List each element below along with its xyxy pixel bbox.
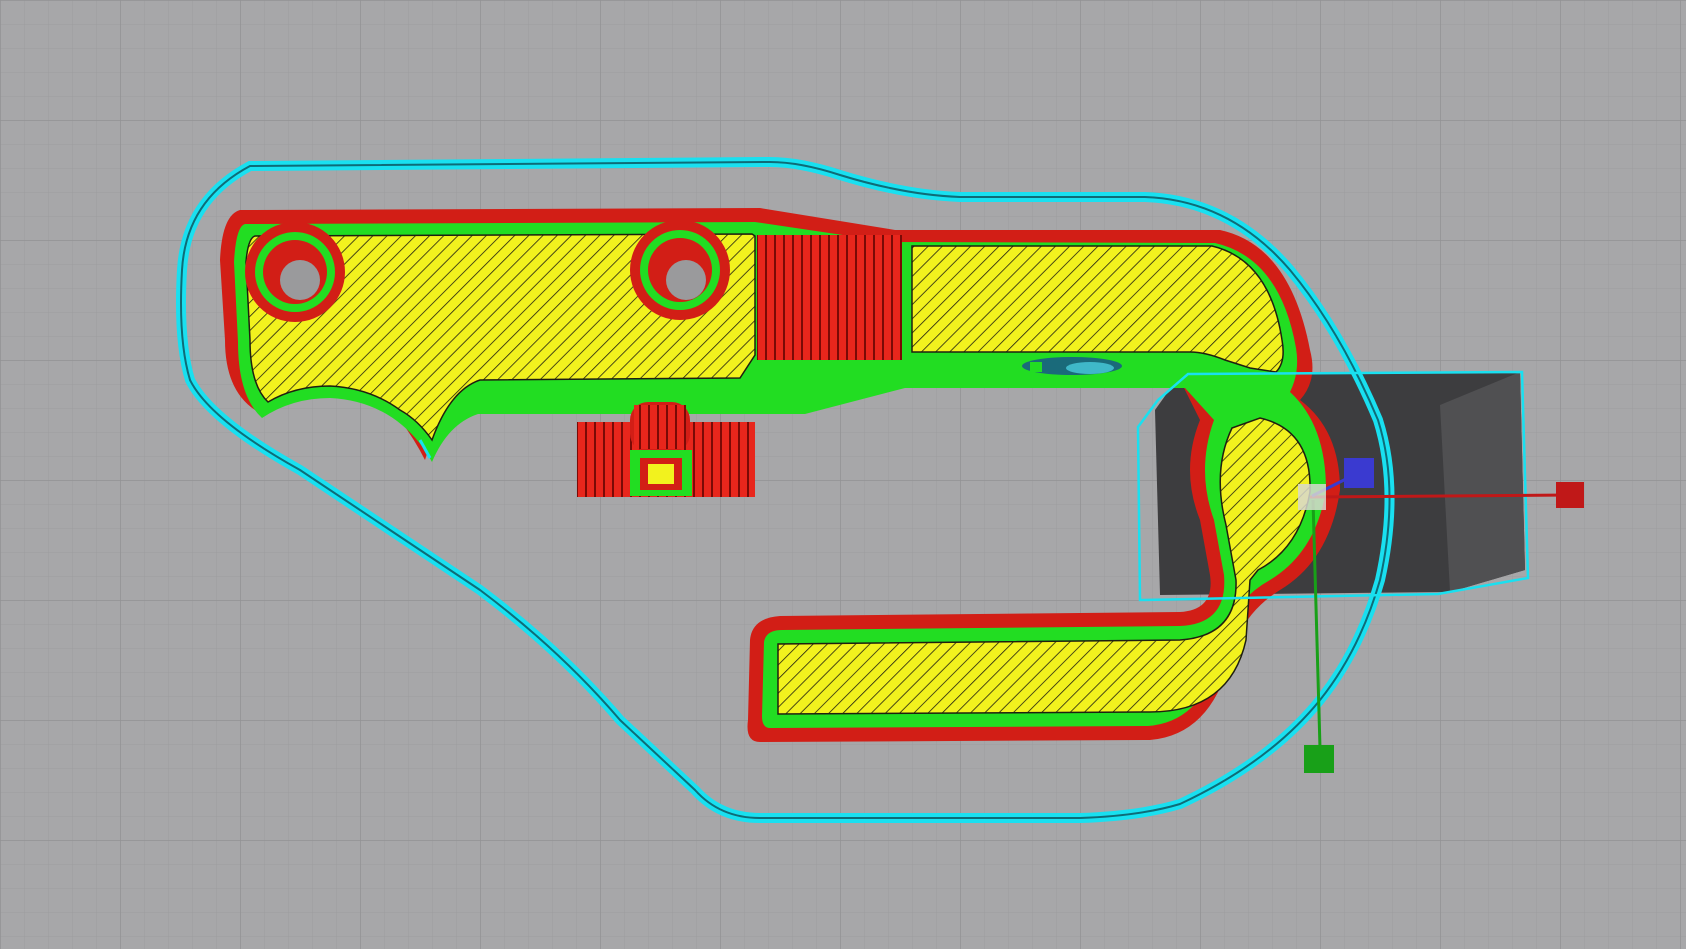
move-z-handle-icon[interactable] <box>1344 458 1374 488</box>
screw-hole-left <box>245 222 345 322</box>
3d-viewport[interactable] <box>0 0 1686 949</box>
gizmo-origin-icon[interactable] <box>1298 484 1326 510</box>
move-x-handle-icon[interactable] <box>1556 482 1584 508</box>
screw-hole-right <box>630 220 730 320</box>
move-y-handle-icon[interactable] <box>1304 745 1334 773</box>
